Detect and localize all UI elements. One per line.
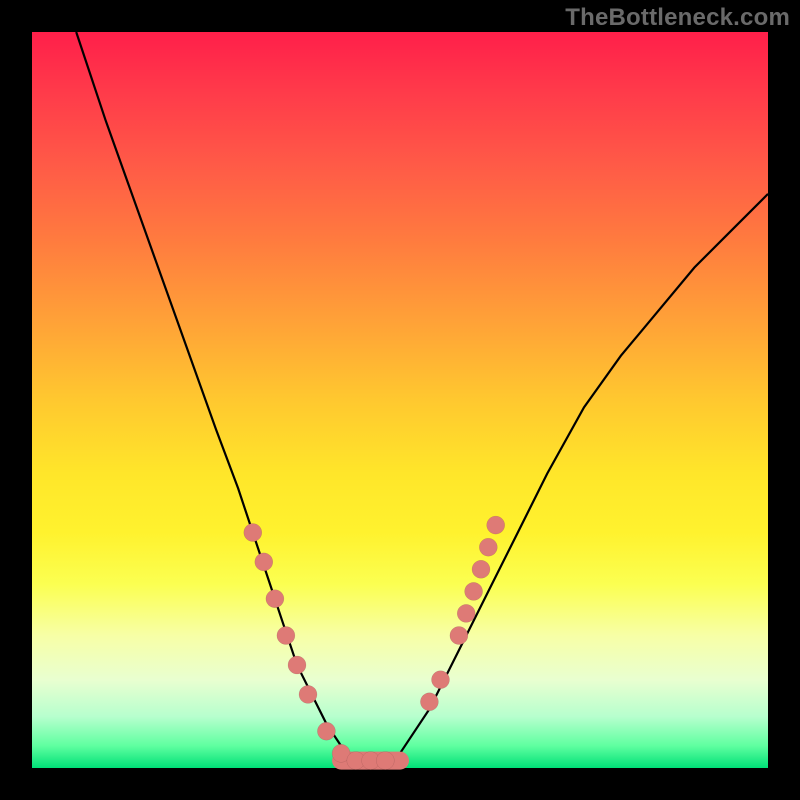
marker-dot bbox=[420, 693, 438, 711]
marker-dot bbox=[288, 656, 306, 674]
marker-dot bbox=[277, 627, 295, 645]
watermark-text: TheBottleneck.com bbox=[565, 4, 790, 32]
chart-frame: TheBottleneck.com bbox=[0, 0, 800, 800]
marker-dot bbox=[317, 722, 335, 740]
chart-svg bbox=[32, 32, 768, 768]
marker-dot bbox=[450, 627, 468, 645]
marker-dot bbox=[465, 582, 483, 600]
marker-dot bbox=[472, 560, 490, 578]
marker-dot bbox=[457, 604, 475, 622]
marker-dot bbox=[255, 553, 273, 571]
marker-dot bbox=[432, 671, 450, 689]
marker-dot bbox=[376, 752, 394, 770]
marker-dots bbox=[244, 516, 505, 770]
marker-dot bbox=[487, 516, 505, 534]
marker-dot bbox=[299, 685, 317, 703]
marker-dot bbox=[479, 538, 497, 556]
marker-dot bbox=[244, 524, 262, 542]
plot-area bbox=[32, 32, 768, 768]
bottleneck-curve bbox=[76, 32, 768, 761]
marker-dot bbox=[266, 590, 284, 608]
